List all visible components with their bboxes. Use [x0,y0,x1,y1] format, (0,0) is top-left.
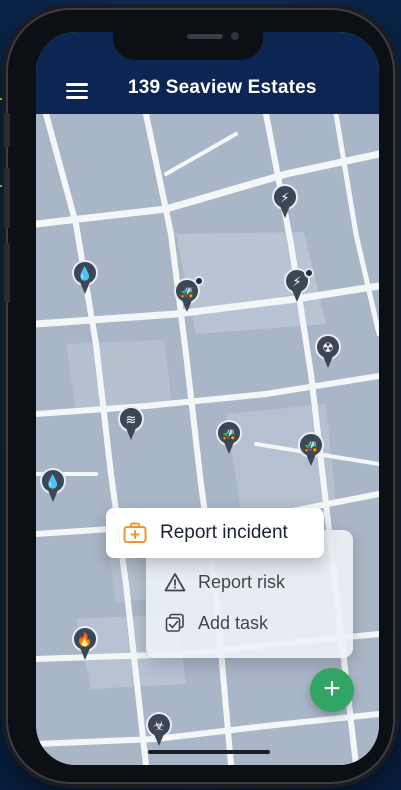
add-task-label: Add task [198,612,269,633]
map-pin-flood[interactable]: ≋ [118,406,144,442]
page-title: 139 Seaview Estates [128,77,317,98]
warning-triangle-icon [164,571,186,593]
add-fab-button[interactable]: + [310,668,354,712]
first-aid-kit-icon [122,521,148,545]
notification-dot [304,268,314,278]
report-incident-label: Report incident [160,522,288,543]
notification-dot [194,276,204,286]
phone-side-button [4,168,10,228]
map-pin-fire[interactable]: 🔥 [72,626,98,662]
app-screen: 139 Seaview Estates ⚡ 💧 🚜 ⚡ ☢ ≋ 🚜 🚜 💧 🔥 … [36,32,379,765]
report-risk-label: Report risk [198,571,286,592]
add-task-item[interactable]: Add task [164,612,268,634]
hamburger-menu-icon[interactable] [66,83,88,99]
phone-notch [113,20,263,60]
map-pin-tractor[interactable]: 🚜 [298,432,324,468]
report-risk-item[interactable]: Report risk [164,571,285,593]
map-pin-lightning[interactable]: ⚡ [272,184,298,220]
task-check-icon [164,612,186,634]
speaker [187,34,223,39]
map-pin-water[interactable]: 💧 [40,468,66,504]
map-pin-radiation[interactable]: ☢ [315,334,341,370]
report-incident-button[interactable]: Report incident [106,508,324,558]
phone-side-button [4,243,10,303]
home-indicator[interactable] [148,750,270,754]
map-pin-tractor[interactable]: 🚜 [216,420,242,456]
plus-icon: + [323,672,341,705]
map-pin-water[interactable]: 💧 [72,260,98,296]
camera-icon [231,32,239,40]
map-pin-gas[interactable]: ☣ [146,712,172,748]
phone-side-button [4,113,10,147]
